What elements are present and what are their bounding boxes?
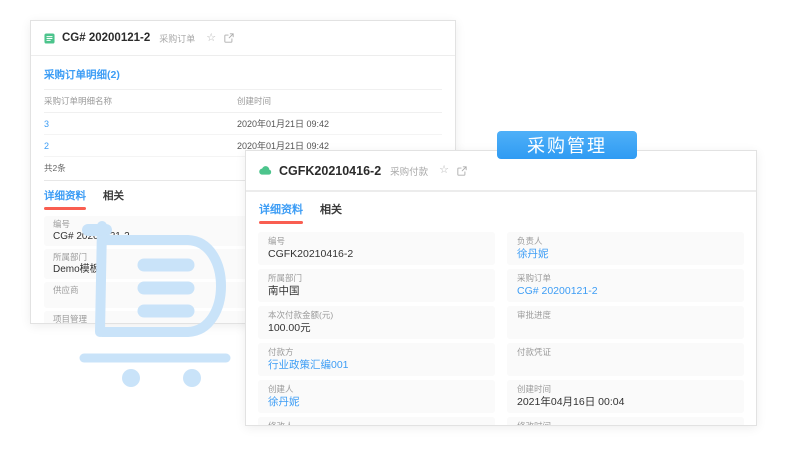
line-item-link[interactable]: 3 <box>44 119 49 129</box>
field-payer: 付款方 行业政策汇编001 <box>258 342 495 376</box>
field-number: 编号 CGFK20210416-2 <box>258 231 495 265</box>
owner-link[interactable]: 徐丹妮 <box>517 248 734 261</box>
purchase-order-header: CG# 20200121-2 采购订单 ☆ <box>31 21 455 56</box>
field-label: 编号 <box>268 235 286 246</box>
field-purchase-order: 采购订单 CG# 20200121-2 <box>507 268 744 302</box>
record-title: CGFK20210416-2 <box>279 163 382 178</box>
field-value: 南中国 <box>268 284 300 297</box>
purchase-order-link[interactable]: CG# 20200121-2 <box>517 285 734 298</box>
front-panel-tabs: 详细资料 相关 <box>246 192 756 224</box>
column-header-name: 采购订单明细名称 <box>44 96 113 106</box>
active-tab-underline <box>259 221 303 224</box>
field-value <box>517 359 734 372</box>
field-created-time: 创建时间 2021年04月16日 00:04 <box>507 379 744 413</box>
tab-label: 相关 <box>320 204 342 216</box>
page: CG# 20200121-2 采购订单 ☆ 采购订单明细(2) 采购订单明细名称… <box>0 0 792 459</box>
shopping-cart-watermark <box>79 221 231 387</box>
field-value: CGFK20210416-2 <box>268 247 354 260</box>
payment-cloud-icon <box>259 166 272 175</box>
field-label: 创建人 <box>268 383 294 394</box>
field-label: 采购订单 <box>517 272 552 283</box>
share-icon[interactable] <box>224 33 234 43</box>
field-label: 创建时间 <box>517 383 552 394</box>
tab-details[interactable]: 详细资料 <box>259 201 303 224</box>
front-panel-fields: 编号 CGFK20210416-2 负责人 徐丹妮 所属部门 南中国 采购订单 … <box>246 224 756 426</box>
tab-related[interactable]: 相关 <box>103 188 124 210</box>
field-label: 付款方 <box>268 346 294 357</box>
field-label: 负责人 <box>517 235 543 246</box>
related-list-count: (2) <box>107 69 120 81</box>
payer-link[interactable]: 行业政策汇编001 <box>268 359 485 372</box>
line-item-link[interactable]: 2 <box>44 141 49 151</box>
tab-label: 相关 <box>103 190 124 202</box>
created-time: 2020年01月21日 09:42 <box>237 119 330 129</box>
record-type-label: 采购付款 <box>390 166 429 178</box>
field-modified-time: 修改时间 2021年04月16日 00:04 <box>507 416 744 426</box>
field-value: 100.00元 <box>268 321 311 334</box>
purchase-payment-panel: CGFK20210416-2 采购付款 ☆ 详细资料 相关 编号 CGFK202… <box>245 150 757 426</box>
star-icon[interactable]: ☆ <box>206 32 216 44</box>
field-creator: 创建人 徐丹妮 <box>258 379 495 413</box>
tab-details[interactable]: 详细资料 <box>44 188 86 210</box>
field-approval-progress: 审批进度 <box>507 305 744 339</box>
share-icon[interactable] <box>457 165 467 176</box>
field-value: 2021年04月16日 00:04 <box>517 395 625 408</box>
field-label: 所属部门 <box>268 272 303 283</box>
field-modifier: 修改人 徐丹妮 <box>258 416 495 426</box>
field-value <box>517 322 734 335</box>
field-label: 付款凭证 <box>517 346 552 357</box>
related-list-name: 采购订单明细 <box>44 69 107 81</box>
table-row: 3 2020年01月21日 09:42 <box>44 113 442 135</box>
field-label: 审批进度 <box>517 309 552 320</box>
creator-link[interactable]: 徐丹妮 <box>268 396 485 409</box>
tab-label: 详细资料 <box>44 190 86 202</box>
tab-label: 详细资料 <box>259 204 303 216</box>
field-payment-amount: 本次付款金额(元) 100.00元 <box>258 305 495 339</box>
order-doc-icon <box>44 32 55 44</box>
field-owner: 负责人 徐丹妮 <box>507 231 744 265</box>
tab-related[interactable]: 相关 <box>320 201 342 224</box>
module-badge: 采购管理 <box>497 131 637 159</box>
field-label: 修改人 <box>268 420 294 426</box>
field-label: 修改时间 <box>517 420 552 426</box>
record-type-label: 采购订单 <box>159 33 196 44</box>
related-list-column-headers: 采购订单明细名称 创建时间 <box>44 89 442 113</box>
column-header-created: 创建时间 <box>237 96 272 106</box>
field-payment-voucher: 付款凭证 <box>507 342 744 376</box>
star-icon[interactable]: ☆ <box>439 165 449 176</box>
related-list-title[interactable]: 采购订单明细(2) <box>44 67 442 82</box>
field-label: 本次付款金额(元) <box>268 309 334 320</box>
record-title: CG# 20200121-2 <box>62 32 151 44</box>
field-department: 所属部门 南中国 <box>258 268 495 302</box>
